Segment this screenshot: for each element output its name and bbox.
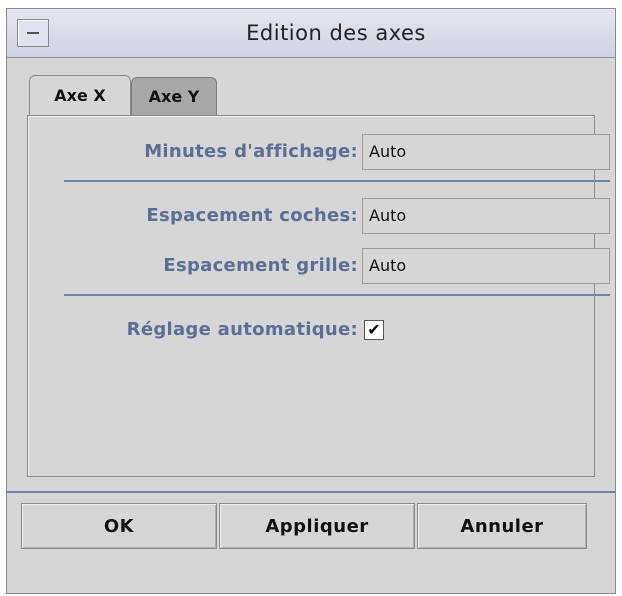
tick-spacing-row: Espacement coches: — [56, 198, 358, 234]
minutes-row: Minutes d'affichage: — [56, 134, 358, 170]
window-menu-button[interactable] — [17, 19, 49, 47]
auto-adjust-row: Réglage automatique: — [56, 312, 358, 348]
apply-button[interactable]: Appliquer — [219, 503, 415, 549]
status-bar — [7, 569, 615, 593]
separator — [64, 180, 610, 182]
tab-axe-y[interactable]: Axe Y — [131, 77, 217, 115]
tab-axe-x[interactable]: Axe X — [29, 75, 131, 115]
ok-button[interactable]: OK — [21, 503, 217, 549]
separator — [7, 491, 615, 493]
separator — [64, 294, 610, 296]
auto-adjust-label: Réglage automatique: — [126, 319, 358, 340]
cancel-button[interactable]: Annuler — [417, 503, 587, 549]
minutes-field[interactable]: Auto — [362, 134, 610, 170]
tick-spacing-label: Espacement coches: — [146, 205, 358, 226]
grid-spacing-row: Espacement grille: — [56, 248, 358, 284]
tab-panel-axe-x: Minutes d'affichage: Auto Espacement coc… — [27, 115, 610, 477]
title-bar[interactable]: Edition des axes — [7, 9, 615, 58]
tick-spacing-field[interactable]: Auto — [362, 198, 610, 234]
auto-adjust-checkbox[interactable]: ✔ — [364, 320, 384, 340]
window-title: Edition des axes — [246, 21, 426, 45]
grid-spacing-label: Espacement grille: — [163, 255, 358, 276]
grid-spacing-field[interactable]: Auto — [362, 248, 610, 284]
minutes-label: Minutes d'affichage: — [144, 141, 358, 162]
edit-axes-dialog: Edition des axes Axe X Axe Y Minutes d'a… — [6, 8, 616, 594]
